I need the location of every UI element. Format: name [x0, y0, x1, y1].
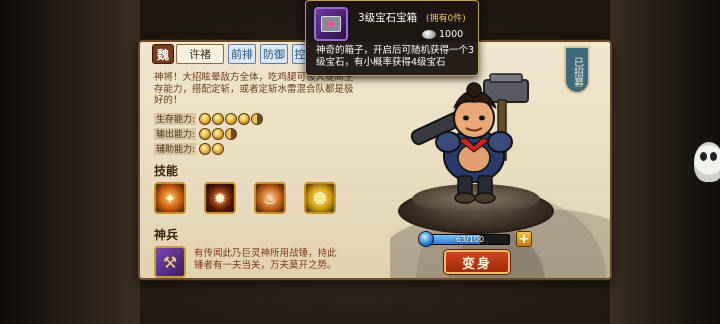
silver-icon: [422, 30, 436, 39]
skill-4-icon[interactable]: ❂: [304, 182, 336, 214]
panda-mascot-icon[interactable]: [694, 142, 720, 182]
transform-button[interactable]: 变身: [444, 250, 510, 274]
support-stars: [199, 142, 224, 155]
skill-2-icon[interactable]: ✹: [204, 182, 236, 214]
star-icon: [199, 112, 211, 125]
recruited-stamp: 已招募: [564, 46, 590, 94]
faction-badge: 魏: [152, 44, 174, 64]
tooltip-price: 1000: [422, 29, 463, 40]
star-icon: [212, 142, 224, 155]
star-icon: [199, 127, 211, 140]
hero-name: 许褚: [176, 44, 224, 64]
skills-title: 技能: [154, 164, 179, 178]
hero-description: 神将！大招眩晕敌方全体，吃鸡腿可极大提高生存能力，搭配定斩，或者定斩水雷混合队都…: [154, 72, 354, 106]
stat-row-support: 辅助能力:: [154, 142, 224, 155]
skill-3-icon[interactable]: ♨: [254, 182, 286, 214]
exp-bar: 63/100 +: [418, 231, 538, 247]
tag-front-row: 前排: [228, 44, 256, 64]
damage-stars: [199, 127, 237, 140]
exp-text: 63/100: [455, 234, 485, 244]
hero-detail-panel: 魏 许褚 前排 防御 控 神将！大招眩晕敌方全体，吃鸡腿可极大提高生存能力，搭配…: [138, 40, 612, 280]
star-icon: [212, 112, 224, 125]
weapon-title: 神兵: [154, 228, 179, 242]
add-exp-button[interactable]: +: [516, 231, 532, 247]
tooltip-description: 神奇的箱子，开启后可随机获得一个3级宝石，有小概率获得4级宝石: [316, 45, 475, 68]
exp-gem-icon: [418, 231, 434, 247]
hero-character-art[interactable]: [402, 60, 552, 210]
item-tooltip: 3级宝石宝箱 (拥有0件) 1000 神奇的箱子，开启后可随机获得一个3级宝石，…: [305, 0, 479, 76]
half-star-icon: [225, 127, 237, 140]
star-icon: [199, 142, 211, 155]
stat-label: 生存能力:: [154, 112, 196, 125]
gem-chest-icon: [314, 7, 348, 41]
skill-1-icon[interactable]: ✦: [154, 182, 186, 214]
star-icon: [238, 112, 250, 125]
tag-defense: 防御: [260, 44, 288, 64]
background-left-scenery: [0, 0, 140, 324]
stat-label: 辅助能力:: [154, 142, 196, 155]
price-value: 1000: [439, 29, 464, 40]
star-icon: [212, 127, 224, 140]
tooltip-owned-count: (拥有0件): [426, 14, 466, 24]
stat-row-survival: 生存能力:: [154, 112, 263, 125]
hammer-weapon-icon[interactable]: ⚒: [154, 246, 186, 278]
star-icon: [225, 112, 237, 125]
tooltip-title: 3级宝石宝箱: [358, 12, 418, 24]
stat-row-damage: 输出能力:: [154, 127, 237, 140]
weapon-description: 有传闻此乃巨灵神所用战锤，持此锤者有一夫当关，万夫莫开之势。: [194, 248, 337, 271]
half-star-icon: [251, 112, 263, 125]
exp-track: 63/100: [430, 233, 510, 245]
stat-label: 输出能力:: [154, 127, 196, 140]
survival-stars: [199, 112, 263, 125]
